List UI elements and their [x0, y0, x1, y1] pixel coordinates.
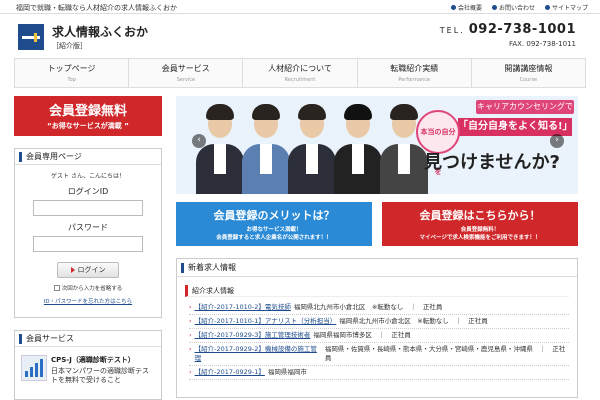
- fax-number: FAX. 092-738-1011: [508, 40, 576, 48]
- chevron-right-icon: ›: [189, 331, 192, 339]
- chevron-right-icon: ›: [189, 345, 192, 353]
- chart-thumbnail-icon: [21, 355, 47, 381]
- heading-bar: [19, 151, 22, 162]
- heading-bar: [181, 262, 184, 273]
- member-service-box: 会員サービス CPS-J（適職診断テスト） 日本マンパワーの適職診断テストを無料…: [14, 330, 162, 400]
- free-registration-banner[interactable]: 会員登録無料 “お得なサービスが満載 ”: [14, 96, 162, 136]
- list-item: › 【紹介-2017-0929-1】 福岡県福岡市: [189, 366, 569, 380]
- slider-prev-icon[interactable]: ‹: [192, 134, 206, 148]
- password-label: パスワード: [68, 223, 108, 232]
- site-tagline: 福岡で就職・転職なら人材紹介の求人情報ふくおか: [16, 4, 177, 12]
- member-login-box: 会員専用ページ ゲスト さん、こんにちは！ ログインID パスワード ログイン …: [14, 148, 162, 318]
- person-photo: [334, 96, 382, 194]
- login-button[interactable]: ログイン: [57, 262, 119, 278]
- job-list: › 【紹介-2017-1010-2】電気技師 福岡県北九州市小倉北区 ※転勤なし ｜…: [189, 301, 569, 380]
- nav-recruitment[interactable]: 人材紹介について Recruitment: [243, 59, 358, 87]
- list-item: › 【紹介-2017-0929-2】機械設備の施工管理 福岡県・佐賀県・長崎県・熊本…: [189, 343, 569, 366]
- top-bar: 福岡で就職・転職なら人材紹介の求人情報ふくおか 会社概要 お問い合わせ サイトマ…: [0, 0, 600, 14]
- list-item: › 【紹介-2017-0929-3】施工管理技術者 福岡県福岡市博多区 ｜ 正社員: [189, 329, 569, 343]
- service-item-title: CPS-J（適職診断テスト）: [51, 356, 135, 364]
- job-list-subheading: 紹介求人情報: [185, 285, 569, 297]
- site-header: 求人情報ふくおか ［紹介版］ TEL. 092-738-1001 FAX. 092…: [0, 14, 600, 58]
- chevron-right-icon: ›: [189, 317, 192, 325]
- bullet-icon: [491, 5, 497, 10]
- bullet-icon: [544, 5, 550, 10]
- login-id-label: ログインID: [67, 187, 109, 196]
- site-subtitle: ［紹介版］: [52, 42, 87, 50]
- greeting-text: ゲスト さん、こんにちは！: [51, 173, 125, 180]
- nav-course[interactable]: 開講講座情報 Course: [472, 59, 585, 87]
- slider-copy-top: キャリアカウンセリングで: [476, 100, 574, 114]
- cta-row: 会員登録のメリットは？ お得なサービス満載！ 会員登録すると求人企業名が公開され…: [176, 202, 578, 246]
- nav-service[interactable]: 会員サービス Service: [129, 59, 244, 87]
- remember-me[interactable]: 次回から入力を省略する: [15, 284, 161, 292]
- remember-checkbox[interactable]: [53, 285, 60, 291]
- hero-slider[interactable]: キャリアカウンセリングで 「自分自身をよく知る!」 本当の自分を 見つけませんか…: [176, 96, 578, 194]
- new-jobs-heading: 新着求人情報: [177, 259, 577, 277]
- login-id-input[interactable]: [33, 200, 143, 216]
- nav-top[interactable]: トップページ Top: [15, 59, 130, 87]
- list-item: › 【紹介-2017-1010-1】アナリスト（分析担当） 福岡県北九州市小倉北区 …: [189, 315, 569, 329]
- merit-button[interactable]: 会員登録のメリットは？ お得なサービス満載！ 会員登録すると求人企業名が公開され…: [176, 202, 372, 246]
- bullet-icon: [450, 5, 456, 10]
- list-item: › 【紹介-2017-1010-2】電気技師 福岡県北九州市小倉北区 ※転勤なし ｜…: [189, 301, 569, 315]
- slider-next-icon[interactable]: ›: [550, 134, 564, 148]
- site-title[interactable]: 求人情報ふくおか: [52, 23, 148, 40]
- global-nav: トップページ Top 会員サービス Service 人材紹介について Recruitm…: [14, 58, 586, 88]
- logo-icon: [22, 32, 40, 42]
- new-jobs-box: 新着求人情報 紹介求人情報 › 【紹介-2017-1010-2】電気技師 福岡県北九…: [176, 258, 578, 398]
- sidebar: 会員登録無料 “お得なサービスが満載 ” 会員専用ページ ゲスト さん、こんにち…: [14, 96, 162, 400]
- register-button[interactable]: 会員登録はこちらから！ 会員登録無料！ マイページで求人検索機能をご利用できます…: [382, 202, 578, 246]
- service-item[interactable]: CPS-J（適職診断テスト） 日本マンパワーの適職診断テストを無料で受けること: [15, 347, 161, 385]
- forgot-password-link[interactable]: ID・パスワードを忘れた方はこちら: [15, 297, 161, 305]
- site-logo[interactable]: [18, 24, 44, 50]
- utility-links: 会社概要 お問い合わせ サイトマップ: [450, 3, 588, 12]
- service-item-desc: 日本マンパワーの適職診断テストを無料で受けること: [51, 367, 149, 384]
- main-content: キャリアカウンセリングで 「自分自身をよく知る!」 本当の自分を 見つけませんか…: [176, 96, 578, 398]
- company-link[interactable]: 会社概要: [450, 3, 482, 12]
- sitemap-link[interactable]: サイトマップ: [544, 3, 588, 12]
- service-box-heading: 会員サービス: [15, 331, 161, 347]
- person-photo: [242, 96, 290, 194]
- slider-big-text: 見つけませんか?: [424, 152, 560, 173]
- phone-number: TEL. 092-738-1001: [439, 22, 576, 37]
- heading-bar: [19, 333, 22, 344]
- arrow-icon: [70, 267, 75, 273]
- contact-link[interactable]: お問い合わせ: [491, 3, 535, 12]
- chevron-right-icon: ›: [189, 303, 192, 311]
- nav-performance[interactable]: 転職紹介実績 Performance: [358, 59, 472, 87]
- person-photo: [288, 96, 336, 194]
- chevron-right-icon: ›: [189, 368, 192, 376]
- member-box-heading: 会員専用ページ: [15, 149, 161, 165]
- password-input[interactable]: [33, 236, 143, 252]
